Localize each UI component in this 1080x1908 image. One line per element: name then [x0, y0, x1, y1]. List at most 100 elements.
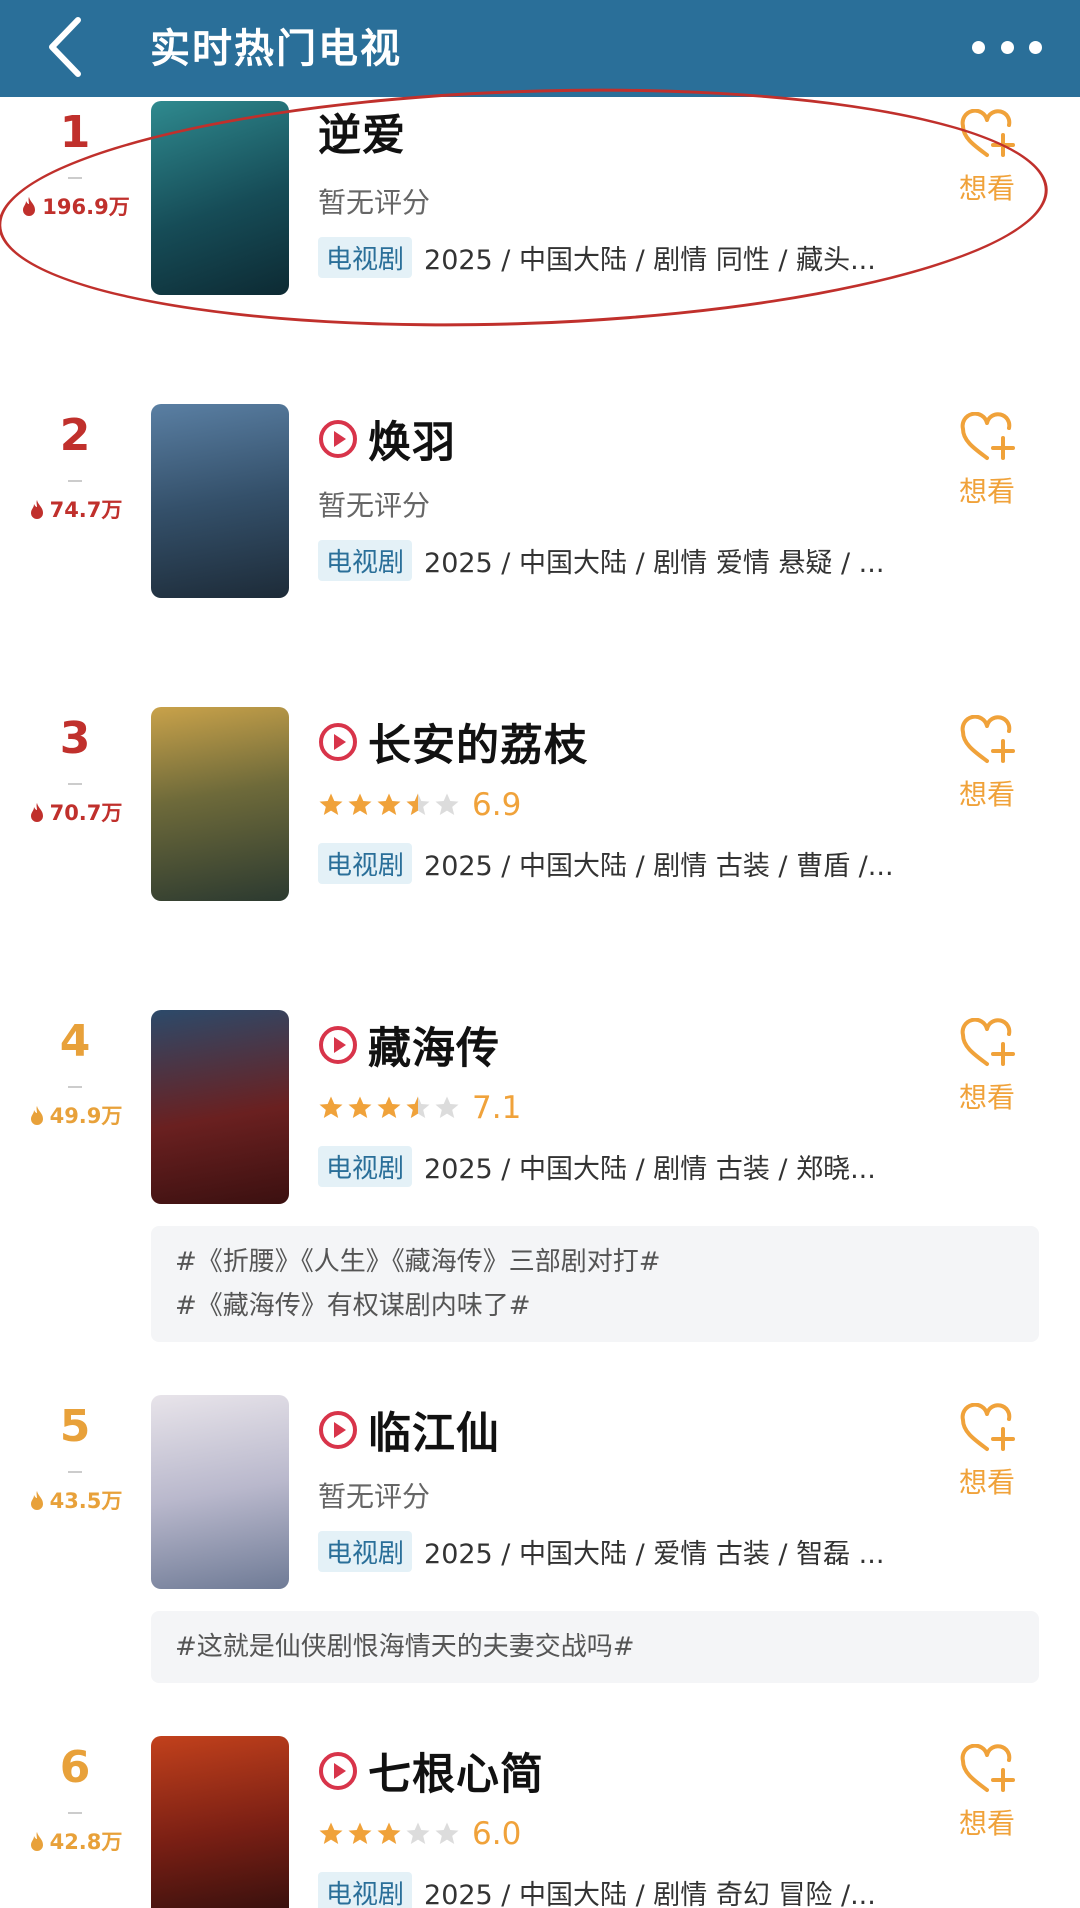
type-tag: 电视剧: [318, 1146, 413, 1187]
star-full-icon: [377, 1822, 401, 1844]
heat-text: 196.9万: [42, 195, 130, 219]
rank-column: 2 74.7万: [0, 410, 150, 524]
want-label: 想看: [958, 778, 1015, 811]
poster-image[interactable]: [151, 101, 289, 295]
want-to-watch-button[interactable]: 想看: [952, 1743, 1022, 1842]
meta-row: 电视剧 2025 / 中国大陆 / 剧情 同性 / 藏头...: [318, 237, 876, 278]
star-full-icon: [348, 1822, 372, 1844]
no-rating-text: 暂无评分: [318, 489, 431, 522]
more-button[interactable]: [972, 22, 1042, 72]
heat-text: 42.8万: [49, 1830, 123, 1854]
rating-score: 6.9: [472, 787, 522, 823]
rating-row: 6.9: [318, 787, 521, 823]
meta-text: 2025 / 中国大陆 / 爱情 古装 / 智磊 ...: [424, 1539, 885, 1570]
want-label: 想看: [958, 1466, 1015, 1499]
star-half-icon: [406, 793, 430, 815]
more-dots-icon: [972, 40, 985, 54]
meta-text: 2025 / 中国大陆 / 剧情 古装 / 郑晓...: [424, 1154, 876, 1185]
heat-text: 43.5万: [49, 1489, 123, 1513]
poster-image[interactable]: [151, 404, 289, 598]
heat-text: 74.7万: [49, 498, 123, 522]
poster-image[interactable]: [151, 1736, 289, 1908]
flame-icon: [30, 500, 43, 519]
rank-column: 3 70.7万: [0, 713, 150, 827]
want-to-watch-button[interactable]: 想看: [952, 1402, 1022, 1501]
title-row: 逆爱: [318, 101, 406, 163]
title-row: 七根心简: [318, 1740, 544, 1802]
meta-row: 电视剧 2025 / 中国大陆 / 剧情 古装 / 郑晓...: [318, 1146, 876, 1187]
rank-divider: [68, 177, 82, 179]
star-rating: [318, 1095, 460, 1121]
want-label: 想看: [958, 1807, 1015, 1840]
show-title[interactable]: 临江仙: [368, 1399, 500, 1461]
show-title[interactable]: 七根心简: [368, 1740, 544, 1802]
heat-value: 74.7万: [0, 496, 150, 524]
star-full-icon: [377, 1096, 401, 1118]
want-to-watch-button[interactable]: 想看: [952, 1017, 1022, 1116]
rank-divider: [68, 783, 82, 785]
flame-icon: [30, 1106, 43, 1125]
flame-icon: [23, 197, 36, 216]
want-to-watch-button[interactable]: 想看: [952, 108, 1022, 207]
star-empty-icon: [435, 793, 459, 815]
star-full-icon: [377, 793, 401, 815]
poster-image[interactable]: [151, 1395, 289, 1589]
heart-plus-icon: [960, 411, 1015, 460]
rating-row: 7.1: [318, 1090, 521, 1126]
topic-box: #这就是仙侠剧恨海情天的夫妻交战吗#: [151, 1611, 1039, 1683]
heart-plus-icon: [960, 714, 1015, 763]
meta-row: 电视剧 2025 / 中国大陆 / 剧情 爱情 悬疑 / ...: [318, 540, 884, 581]
heat-value: 196.9万: [0, 193, 150, 221]
show-title[interactable]: 逆爱: [318, 101, 406, 163]
meta-text: 2025 / 中国大陆 / 剧情 古装 / 曹盾 /...: [424, 851, 894, 882]
rank-column: 5 43.5万: [0, 1401, 150, 1515]
flame-icon: [30, 1491, 43, 1510]
flame-icon: [30, 1832, 43, 1851]
play-icon: [319, 420, 357, 458]
rank-number: 3: [59, 713, 91, 764]
star-full-icon: [348, 793, 372, 815]
rank-number: 2: [59, 410, 91, 461]
rank-column: 4 49.9万: [0, 1016, 150, 1130]
type-tag: 电视剧: [318, 540, 413, 581]
rank-divider: [68, 1086, 82, 1088]
meta-text: 2025 / 中国大陆 / 剧情 爱情 悬疑 / ...: [424, 548, 885, 579]
type-tag: 电视剧: [318, 843, 413, 884]
back-button[interactable]: [38, 12, 98, 82]
play-icon: [319, 723, 357, 761]
star-full-icon: [319, 793, 343, 815]
want-label: 想看: [958, 172, 1015, 205]
meta-row: 电视剧 2025 / 中国大陆 / 剧情 奇幻 冒险 /...: [318, 1872, 876, 1908]
star-full-icon: [319, 1822, 343, 1844]
rating-row: 暂无评分: [318, 1475, 430, 1515]
heat-value: 43.5万: [0, 1487, 150, 1515]
no-rating-text: 暂无评分: [318, 1480, 431, 1513]
want-to-watch-button[interactable]: 想看: [952, 411, 1022, 510]
topic-link[interactable]: #《藏海传》有权谋剧内味了#: [175, 1284, 1015, 1328]
heart-plus-icon: [960, 1743, 1015, 1792]
poster-image[interactable]: [151, 1010, 289, 1204]
play-icon: [319, 1026, 357, 1064]
rank-divider: [68, 1812, 82, 1814]
heart-plus-icon: [960, 108, 1015, 157]
show-title[interactable]: 藏海传: [368, 1014, 500, 1076]
heat-text: 70.7万: [49, 801, 123, 825]
show-title[interactable]: 焕羽: [368, 408, 456, 470]
topic-link[interactable]: #《折腰》《人生》《藏海传》三部剧对打#: [175, 1240, 1015, 1284]
want-label: 想看: [958, 475, 1015, 508]
rating-row: 暂无评分: [318, 484, 430, 524]
meta-text: 2025 / 中国大陆 / 剧情 同性 / 藏头...: [424, 245, 876, 276]
want-to-watch-button[interactable]: 想看: [952, 714, 1022, 813]
star-empty-icon: [435, 1822, 459, 1844]
rank-number: 4: [59, 1016, 91, 1067]
star-full-icon: [348, 1096, 372, 1118]
star-half-icon: [406, 1096, 430, 1118]
chevron-left-icon: [49, 17, 81, 77]
play-icon: [319, 1752, 357, 1790]
topic-link[interactable]: #这就是仙侠剧恨海情天的夫妻交战吗#: [175, 1625, 1015, 1669]
poster-image[interactable]: [151, 707, 289, 901]
rating-score: 6.0: [472, 1816, 522, 1852]
show-title[interactable]: 长安的荔枝: [368, 711, 588, 773]
star-rating: [318, 792, 460, 818]
rank-divider: [68, 1471, 82, 1473]
